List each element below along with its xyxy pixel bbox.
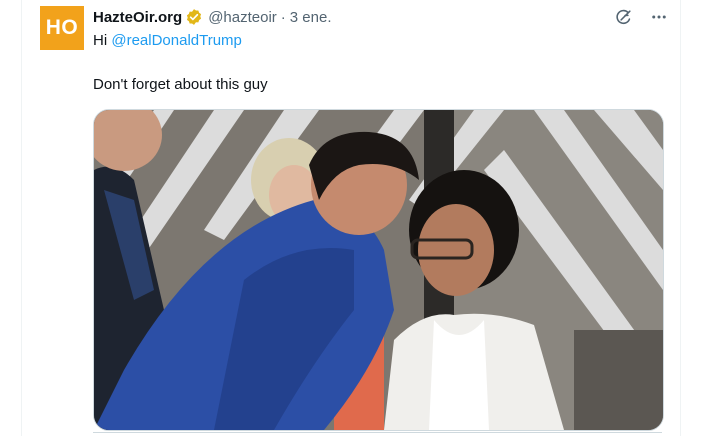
author-handle[interactable]: @hazteoir xyxy=(208,9,277,26)
more-icon[interactable] xyxy=(648,6,670,28)
avatar[interactable]: HO xyxy=(40,6,84,50)
media-bottom-divider xyxy=(93,432,662,433)
tweet-date[interactable]: 3 ene. xyxy=(290,9,332,26)
greeting-text: Hi xyxy=(93,32,112,49)
grok-icon[interactable] xyxy=(612,6,634,28)
avatar-text: HO xyxy=(45,16,79,39)
separator-dot: · xyxy=(280,8,286,26)
tweet-header: HazteOir.org @hazteoir · 3 ene. xyxy=(93,7,332,27)
tweet-media-image[interactable] xyxy=(93,109,664,431)
author-name[interactable]: HazteOir.org xyxy=(93,9,182,26)
timeline-right-border xyxy=(680,0,681,436)
mention-link[interactable]: @realDonaldTrump xyxy=(111,32,242,49)
tweet-actions-top xyxy=(612,6,670,28)
tweet-text-greeting: Hi @realDonaldTrump xyxy=(93,31,242,51)
timeline-left-border xyxy=(21,0,22,436)
verified-badge-icon[interactable] xyxy=(185,8,203,26)
tweet-text-body: Don't forget about this guy xyxy=(93,76,268,93)
